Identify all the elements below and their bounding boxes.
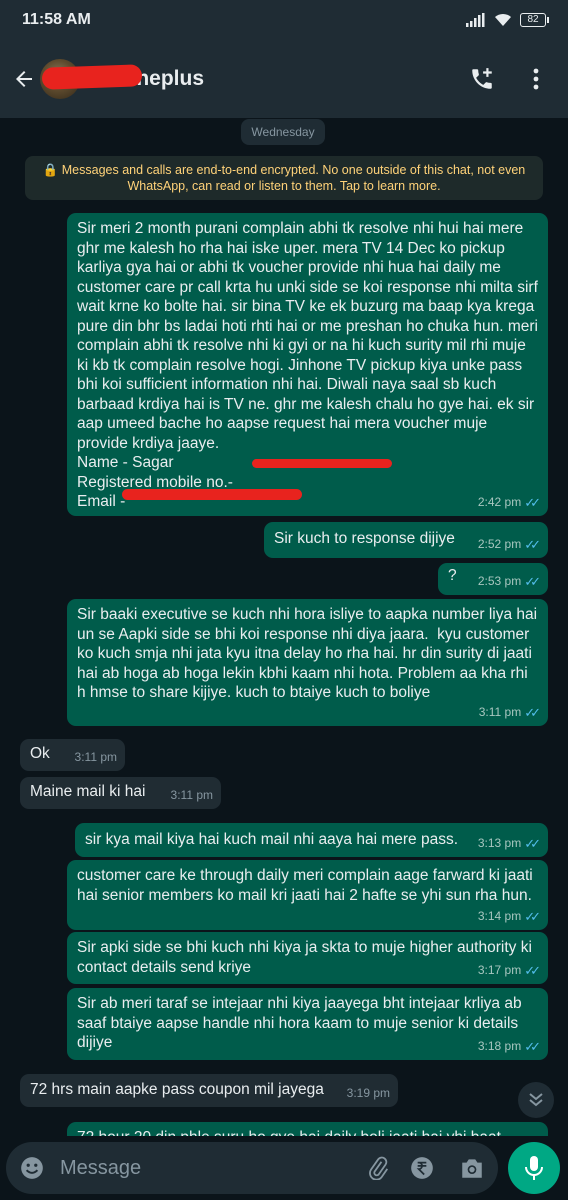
message-time: 3:14 pm xyxy=(477,908,522,923)
message-time: 2:52 pm xyxy=(477,536,522,551)
message-bubble[interactable]: sir kya mail kiya hai kuch mail nhi aaya… xyxy=(75,823,548,857)
message-text: customer care ke through daily meri comp… xyxy=(77,867,538,904)
emoji-icon[interactable] xyxy=(14,1150,50,1186)
message-bubble[interactable]: Sir meri 2 month purani complain abhi tk… xyxy=(67,213,548,516)
message-time: 2:42 pm xyxy=(477,494,522,509)
message-input[interactable] xyxy=(60,1156,350,1180)
message-meta: 3:17 pm ✓✓ xyxy=(477,961,541,981)
signal-icon xyxy=(466,13,485,27)
message-meta: 3:11 pm xyxy=(171,786,213,806)
wifi-icon xyxy=(495,13,511,26)
status-bar: 11:58 AM 82 xyxy=(0,0,568,40)
read-ticks-icon: ✓✓ xyxy=(524,536,541,552)
message-meta: 3:13 pm ✓✓ xyxy=(477,834,541,854)
message-text: sir kya mail kiya hai kuch mail nhi aaya… xyxy=(85,831,459,848)
message-bubble[interactable]: Sir apki side se bhi kuch nhi kiya ja sk… xyxy=(67,932,548,984)
back-arrow-icon[interactable] xyxy=(4,59,44,99)
message-time: 3:11 pm xyxy=(478,704,522,719)
message-time: 3:18 pm xyxy=(477,1038,522,1053)
redaction-mark xyxy=(122,489,302,500)
message-meta: 3:19 pm xyxy=(347,1084,390,1104)
mic-button[interactable] xyxy=(508,1142,560,1194)
message-text: Sir baaki executive se kuch nhi hora isl… xyxy=(77,606,542,701)
message-bubble[interactable]: Sir ab meri taraf se intejaar nhi kiya j… xyxy=(67,988,548,1060)
message-meta: 2:53 pm ✓✓ xyxy=(477,572,541,592)
message-time: 2:53 pm xyxy=(477,573,522,588)
message-text: Sir apki side se bhi kuch nhi kiya ja sk… xyxy=(77,939,537,976)
message-meta: 3:14 pm ✓✓ xyxy=(477,907,541,927)
input-bar xyxy=(0,1136,568,1200)
status-icons: 82 xyxy=(466,13,549,27)
more-vert-icon[interactable] xyxy=(518,61,554,97)
mic-icon xyxy=(525,1156,543,1180)
camera-icon[interactable] xyxy=(454,1150,490,1186)
message-bubble[interactable]: ? 2:53 pm ✓✓ xyxy=(438,563,548,595)
day-separator: Wednesday xyxy=(241,119,325,145)
message-meta: 2:52 pm ✓✓ xyxy=(477,535,541,555)
status-time: 11:58 AM xyxy=(22,11,91,28)
message-bubble[interactable]: 72 hour 20 din phle suru ho gye hai dail… xyxy=(67,1122,548,1136)
message-time: 3:11 pm xyxy=(170,787,213,802)
message-bubble[interactable]: Maine mail ki hai 3:11 pm xyxy=(20,777,221,809)
read-ticks-icon: ✓✓ xyxy=(524,494,541,510)
message-bubble[interactable]: customer care ke through daily meri comp… xyxy=(67,860,548,930)
message-meta: 3:18 pm ✓✓ xyxy=(477,1037,541,1057)
redaction-mark xyxy=(41,64,143,90)
rupee-icon[interactable] xyxy=(404,1150,440,1186)
add-call-icon[interactable] xyxy=(464,61,500,97)
message-text: 72 hrs main aapke pass coupon mil jayega xyxy=(30,1081,324,1098)
chat-area[interactable]: Wednesday 🔒 Messages and calls are end-t… xyxy=(0,118,568,1136)
message-text: Sir ab meri taraf se intejaar nhi kiya j… xyxy=(77,995,526,1051)
double-chevron-down-icon xyxy=(529,1093,543,1107)
battery-icon: 82 xyxy=(520,13,549,27)
message-bubble[interactable]: Ok 3:11 pm xyxy=(20,739,125,771)
message-time: 3:19 pm xyxy=(346,1085,390,1100)
message-input-pill[interactable] xyxy=(6,1142,498,1194)
read-ticks-icon: ✓✓ xyxy=(524,835,541,851)
message-bubble[interactable]: 72 hrs main aapke pass coupon mil jayega… xyxy=(20,1074,398,1107)
read-ticks-icon: ✓✓ xyxy=(524,704,541,720)
scroll-down-button[interactable] xyxy=(518,1082,554,1118)
message-bubble[interactable]: Sir kuch to response dijiye 2:52 pm ✓✓ xyxy=(264,522,548,558)
read-ticks-icon: ✓✓ xyxy=(524,962,541,978)
message-meta: 2:42 pm ✓✓ xyxy=(477,493,541,513)
encryption-notice[interactable]: 🔒 Messages and calls are end-to-end encr… xyxy=(25,156,543,200)
message-meta: 3:11 pm ✓✓ xyxy=(478,703,541,723)
message-bubble[interactable]: Sir baaki executive se kuch nhi hora isl… xyxy=(67,599,548,726)
message-time: 3:13 pm xyxy=(477,835,522,850)
read-ticks-icon: ✓✓ xyxy=(524,573,541,589)
attach-icon[interactable] xyxy=(360,1150,396,1186)
message-meta: 3:11 pm xyxy=(75,748,117,768)
message-time: 3:17 pm xyxy=(477,962,522,977)
redaction-mark xyxy=(252,459,392,468)
read-ticks-icon: ✓✓ xyxy=(524,908,541,924)
message-time: 3:11 pm xyxy=(74,749,117,764)
message-text: 72 hour 20 din phle suru ho gye hai dail… xyxy=(77,1128,539,1136)
read-ticks-icon: ✓✓ xyxy=(524,1038,541,1054)
